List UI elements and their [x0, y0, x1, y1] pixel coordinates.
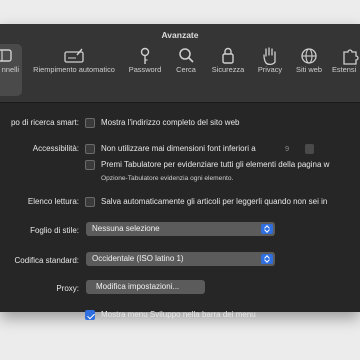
panels-icon — [0, 49, 12, 62]
window-title: Avanzate — [161, 30, 199, 40]
show-full-address-checkbox[interactable] — [85, 118, 95, 128]
toolbar-label: nnelli — [1, 65, 19, 74]
tab-highlight-checkbox[interactable] — [85, 160, 95, 170]
stylesheet-label: Foglio di stile: — [30, 226, 79, 235]
reading-list-label: Elenco lettura: — [27, 197, 79, 206]
accessibility-label: Accessibilità: — [32, 144, 79, 153]
toolbar-label: Sicurezza — [211, 65, 245, 74]
font-size-stepper[interactable] — [305, 144, 314, 154]
smart-search-label: po di ricerca smart: — [10, 118, 79, 127]
min-font-size-checkbox[interactable] — [85, 144, 95, 154]
min-font-size-text: Non utilizzare mai dimensioni font infer… — [101, 144, 256, 153]
toolbar-item-passwords[interactable]: Password — [124, 44, 166, 96]
save-articles-text: Salva automaticamente gli articoli per l… — [101, 197, 328, 206]
tab-highlight-note: Opzione-Tabulatore evidenzia ogni elemen… — [101, 175, 234, 182]
toolbar-label: Riempimento automatico — [33, 65, 115, 74]
chevron-updown-icon — [261, 254, 273, 264]
encoding-popup[interactable]: Occidentale (ISO latino 1) — [86, 252, 275, 266]
toolbar-label: Cerca — [176, 65, 196, 74]
tab-highlight-text: Premi Tabulatore per evidenziare tutti g… — [101, 160, 330, 169]
toolbar-item-autofill[interactable]: Riempimento automatico — [28, 44, 120, 96]
toolbar-item-panels[interactable]: nnelli — [0, 44, 22, 96]
show-full-address-text: Mostra l'indirizzo completo del sito web — [101, 118, 240, 127]
encoding-label: Codifica standard: — [14, 256, 79, 265]
hand-icon — [263, 47, 276, 66]
toolbar-item-extensions[interactable]: Estensi — [330, 44, 360, 96]
advanced-settings-panel: po di ricerca smart: Mostra l'indirizzo … — [0, 103, 360, 320]
font-size-value: 9 — [285, 144, 290, 153]
toolbar-label: Estensi — [332, 65, 357, 74]
lock-icon — [222, 47, 234, 64]
window-titlebar: Avanzate nnelli Riempimento automatico P… — [0, 24, 360, 103]
develop-menu-text: Mostra menu Sviluppo nella barra dei men… — [101, 310, 256, 319]
puzzle-icon — [343, 49, 359, 65]
preferences-window: Avanzate nnelli Riempimento automatico P… — [0, 24, 360, 320]
toolbar-label: Privacy — [257, 65, 283, 74]
chevron-updown-icon — [261, 224, 273, 234]
stylesheet-popup[interactable]: Nessuna selezione — [86, 222, 275, 236]
search-icon — [179, 48, 194, 63]
save-articles-checkbox[interactable] — [85, 197, 95, 207]
edit-proxy-settings-button[interactable]: Modifica impostazioni... — [86, 280, 205, 294]
toolbar-item-search[interactable]: Cerca — [168, 44, 204, 96]
toolbar-label: Password — [128, 65, 162, 74]
key-icon — [140, 47, 150, 64]
autofill-icon — [64, 48, 84, 63]
toolbar-label: Siti web — [296, 65, 322, 74]
proxy-label: Proxy: — [56, 284, 79, 293]
encoding-value: Occidentale (ISO latino 1) — [92, 254, 184, 263]
globe-icon — [301, 48, 317, 64]
develop-menu-checkbox[interactable] — [85, 310, 95, 320]
font-size-select[interactable]: 9 — [285, 143, 321, 155]
stylesheet-value: Nessuna selezione — [92, 224, 160, 233]
toolbar-item-security[interactable]: Sicurezza — [206, 44, 250, 96]
toolbar-item-websites[interactable]: Siti web — [290, 44, 328, 96]
toolbar-item-privacy[interactable]: Privacy — [252, 44, 288, 96]
